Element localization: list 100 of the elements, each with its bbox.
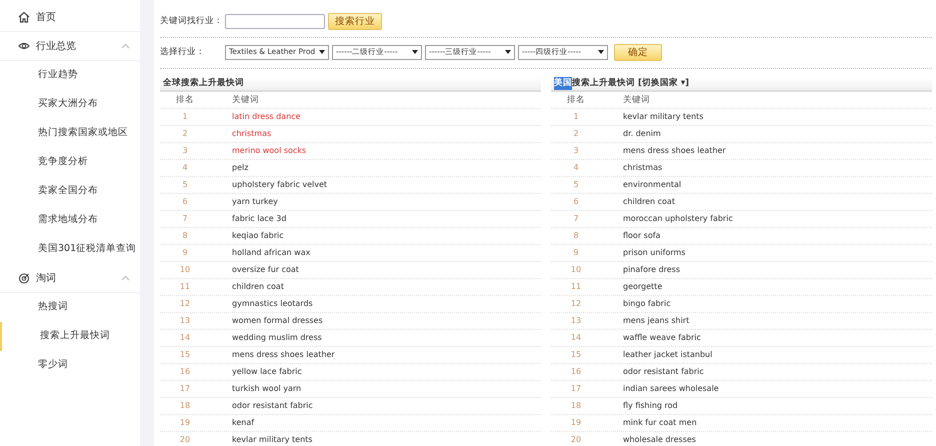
keyword-cell-text: georgette xyxy=(622,281,664,293)
keyword-cell-text: holland african wax xyxy=(231,247,312,259)
confirm-button[interactable]: 确定 xyxy=(614,44,662,60)
caret-icon xyxy=(319,50,325,54)
country-name: 美国 xyxy=(554,77,572,90)
search-industry-button[interactable]: 搜索行业 xyxy=(328,12,382,30)
caret-icon xyxy=(598,50,604,54)
keyword-cell-text: women formal dresses xyxy=(231,315,324,327)
keyword-cell-text: indian sarees wholesale xyxy=(622,383,720,395)
column-header: 关键词 xyxy=(622,94,651,106)
keyword-cell-text: environmental xyxy=(622,179,682,191)
keyword-cell-text: bingo fabric xyxy=(622,298,672,310)
keyword-cell-text: mink fur coat men xyxy=(622,417,698,429)
keyword-cell-text: fly fishing rod xyxy=(622,400,679,412)
rank-cell-text: 20 xyxy=(178,434,192,446)
rank-cell-text: 8 xyxy=(572,230,580,242)
keyword-cell-text: odor resistant fabric xyxy=(622,366,705,378)
keyword-cell-text: oversize fur coat xyxy=(231,264,300,276)
rank-cell-text: 14 xyxy=(178,332,192,344)
keyword-cell-text: prison uniforms xyxy=(622,247,686,259)
field-label: 选择行业： xyxy=(160,46,206,58)
rank-cell-text: 2 xyxy=(572,128,580,140)
keyword-cell-text: moroccan upholstery fabric xyxy=(622,213,734,225)
rank-cell-text: 1 xyxy=(572,111,580,123)
keyword-cell-text: kevlar military tents xyxy=(622,111,704,123)
rank-cell-text: 6 xyxy=(572,196,580,208)
rank-cell-text: 3 xyxy=(572,145,580,157)
rank-cell-text: 18 xyxy=(178,400,192,412)
table-title: 搜索上升最快词 xyxy=(572,77,635,90)
target-icon xyxy=(18,272,30,284)
rank-cell-text: 15 xyxy=(570,349,582,361)
keyword-cell-text: keqiao fabric xyxy=(231,230,285,242)
search-field[interactable] xyxy=(225,14,325,28)
sidebar-label: 行业总览 xyxy=(36,40,76,54)
keyword-cell-text: wedding muslim dress xyxy=(231,332,323,344)
keyword-cell-text: floor sofa xyxy=(622,230,662,242)
rank-cell-text: 3 xyxy=(181,145,189,157)
rank-cell-text: 4 xyxy=(572,162,580,174)
rank-cell-text: 10 xyxy=(178,264,192,276)
rank-cell-text: 9 xyxy=(572,247,580,259)
home-icon xyxy=(18,11,30,23)
keyword-cell-text: pinafore dress xyxy=(622,264,682,276)
keyword-cell-text: upholstery fabric velvet xyxy=(231,179,328,191)
rank-cell-text: 20 xyxy=(570,434,582,446)
sidebar-label: 淘词 xyxy=(36,272,56,286)
eye-icon xyxy=(18,40,30,52)
keyword-cell-text: mens dress shoes leather xyxy=(231,349,336,361)
sidebar-item[interactable]: 首页 xyxy=(0,3,140,32)
rank-cell-text: 7 xyxy=(572,213,580,225)
caret-icon xyxy=(412,50,418,54)
keyword-cell-text: christmas xyxy=(231,128,272,140)
column-header: 关键词 xyxy=(231,94,260,106)
column-header: 排名 xyxy=(175,94,195,106)
keyword-cell-text: pelz xyxy=(231,162,250,174)
rank-cell-text: 5 xyxy=(181,179,189,191)
keyword-cell-text: leather jacket istanbul xyxy=(622,349,714,361)
keyword-cell-text: waffle weave fabric xyxy=(622,332,702,344)
column-header: 排名 xyxy=(566,94,586,106)
rank-cell-text: 12 xyxy=(178,298,192,310)
rank-cell-text: 8 xyxy=(181,230,189,242)
rank-cell-text: 18 xyxy=(570,400,582,412)
rank-cell-text: 13 xyxy=(570,315,582,327)
keyword-cell-text: gymnastics leotards xyxy=(231,298,314,310)
rank-cell-text: 11 xyxy=(178,281,192,293)
rank-cell-text: 1 xyxy=(181,111,189,123)
keyword-cell-text: yarn turkey xyxy=(231,196,279,208)
keyword-cell-text: christmas xyxy=(622,162,664,174)
rank-cell-text: 9 xyxy=(181,247,189,259)
rank-cell-text: 16 xyxy=(178,366,192,378)
rank-cell-text: 5 xyxy=(572,179,580,191)
keyword-cell-text: odor resistant fabric xyxy=(231,400,314,412)
caret-icon xyxy=(505,50,511,54)
switch-country-link[interactable]: [切换国家 ▾] xyxy=(638,77,689,90)
rank-cell-text: 17 xyxy=(178,383,192,395)
rank-cell-text: 17 xyxy=(570,383,582,395)
sidebar-label: 首页 xyxy=(36,10,56,24)
chevron-up-icon xyxy=(121,43,130,49)
keyword-cell-text: children coat xyxy=(622,196,676,208)
keyword-cell-text: fabric lace 3d xyxy=(231,213,288,225)
field-label: 关键词找行业： xyxy=(160,14,222,28)
keyword-cell-text: dr. denim xyxy=(622,128,662,140)
keyword-cell-text: merino wool socks xyxy=(231,145,308,157)
rank-cell-text: 6 xyxy=(181,196,189,208)
rank-cell-text: 11 xyxy=(570,281,582,293)
keyword-cell-text: turkish wool yarn xyxy=(231,383,302,395)
keyword-cell-text: yellow lace fabric xyxy=(231,366,303,378)
rank-cell-text: 16 xyxy=(570,366,582,378)
rank-cell-text: 10 xyxy=(570,264,582,276)
keyword-cell-text: wholesale dresses xyxy=(622,434,697,446)
keyword-cell-text: kevlar military tents xyxy=(231,434,314,446)
keyword-cell-text: mens dress shoes leather xyxy=(622,145,727,157)
keyword-cell-text: children coat xyxy=(231,281,285,293)
rank-cell-text: 19 xyxy=(570,417,582,429)
table-title: 全球搜索上升最快词 xyxy=(163,77,244,90)
rank-cell-text: 13 xyxy=(178,315,192,327)
keyword-cell-text: latin dress dance xyxy=(231,111,302,123)
rank-cell-text: 4 xyxy=(181,162,189,174)
rank-cell-text: 12 xyxy=(570,298,582,310)
keyword-cell-text: mens jeans shirt xyxy=(622,315,690,327)
rank-cell-text: 2 xyxy=(181,128,189,140)
